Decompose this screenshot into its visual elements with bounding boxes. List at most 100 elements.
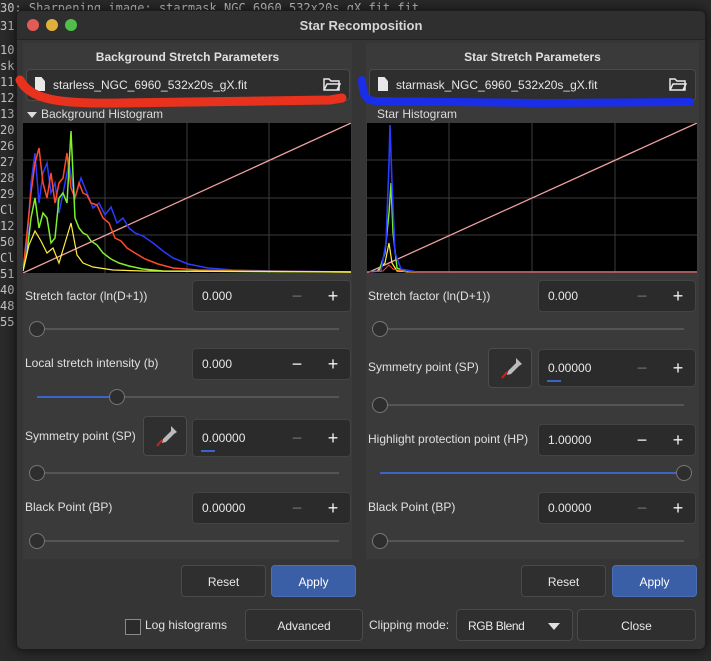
star-black-point-spinner[interactable]: 0.00000 − + bbox=[538, 492, 696, 524]
terminal-line: 48 bbox=[0, 299, 15, 313]
bg-stretch-factor-slider[interactable] bbox=[29, 321, 339, 337]
star-file-name: starmask_NGC_6960_532x20s_gX.fit bbox=[396, 78, 598, 92]
star-highlight-slider[interactable] bbox=[380, 465, 692, 481]
increment-button[interactable]: + bbox=[661, 350, 695, 386]
terminal-line: 40 bbox=[0, 283, 15, 297]
bg-symmetry-value: 0.00000 bbox=[202, 431, 246, 445]
bg-symmetry-slider[interactable] bbox=[29, 465, 339, 481]
terminal-line: 13 bbox=[0, 107, 15, 121]
bg-symmetry-label: Symmetry point (SP) bbox=[25, 429, 136, 443]
bg-stretch-factor-label: Stretch factor (ln(D+1)) bbox=[25, 289, 148, 303]
star-highlight-spinner[interactable]: 1.00000 − + bbox=[538, 424, 696, 456]
terminal-line: 50 bbox=[0, 235, 15, 249]
expand-triangle-icon bbox=[27, 112, 37, 118]
star-reset-button[interactable]: Reset bbox=[521, 565, 606, 597]
increment-button[interactable]: + bbox=[316, 281, 350, 311]
terminal-line: 27 bbox=[0, 155, 15, 169]
background-histogram-label: Background Histogram bbox=[41, 107, 164, 121]
decrement-button[interactable]: − bbox=[280, 281, 314, 311]
star-black-point-label: Black Point (BP) bbox=[368, 500, 456, 514]
clipping-mode-value: RGB Blend bbox=[468, 619, 525, 633]
terminal-line: Cl bbox=[0, 251, 15, 265]
title-bar: Star Recomposition bbox=[17, 11, 705, 40]
slider-handle[interactable] bbox=[29, 321, 45, 337]
clipping-mode-label: Clipping mode: bbox=[369, 618, 450, 632]
decrement-button[interactable]: − bbox=[625, 493, 659, 523]
file-icon bbox=[378, 77, 388, 91]
background-section-title: Background Stretch Parameters bbox=[95, 50, 280, 64]
eyedropper-icon bbox=[501, 358, 522, 379]
bg-local-intensity-slider[interactable] bbox=[37, 389, 339, 405]
terminal-line: 12 bbox=[0, 91, 15, 105]
bg-apply-button[interactable]: Apply bbox=[271, 565, 356, 597]
bg-black-point-value: 0.00000 bbox=[202, 501, 246, 515]
bg-symmetry-picker-button[interactable] bbox=[143, 416, 187, 456]
star-highlight-label: Highlight protection point (HP) bbox=[368, 432, 529, 446]
star-symmetry-picker-button[interactable] bbox=[488, 348, 532, 388]
window-title: Star Recomposition bbox=[299, 18, 423, 33]
background-histogram-expander[interactable]: Background Histogram bbox=[27, 107, 163, 121]
background-file-name: starless_NGC_6960_532x20s_gX.fit bbox=[53, 78, 248, 92]
increment-button[interactable]: + bbox=[661, 493, 695, 523]
increment-button[interactable]: + bbox=[316, 420, 350, 456]
decrement-button[interactable]: − bbox=[625, 425, 659, 455]
increment-button[interactable]: + bbox=[661, 281, 695, 311]
slider-handle[interactable] bbox=[29, 465, 45, 481]
folder-open-icon[interactable] bbox=[669, 76, 687, 92]
background-file-chooser[interactable]: starless_NGC_6960_532x20s_gX.fit bbox=[26, 69, 350, 101]
star-symmetry-label: Symmetry point (SP) bbox=[368, 360, 479, 374]
increment-button[interactable]: + bbox=[316, 493, 350, 523]
star-apply-button[interactable]: Apply bbox=[612, 565, 697, 597]
slider-handle[interactable] bbox=[109, 389, 125, 405]
terminal-line: 31 bbox=[0, 19, 15, 33]
star-histogram bbox=[367, 123, 697, 273]
star-symmetry-slider[interactable] bbox=[372, 397, 684, 413]
slider-handle[interactable] bbox=[372, 321, 388, 337]
slider-handle[interactable] bbox=[676, 465, 692, 481]
decrement-button[interactable]: − bbox=[625, 350, 659, 386]
terminal-line: 28 bbox=[0, 171, 15, 185]
log-histograms-checkbox[interactable] bbox=[125, 619, 141, 635]
bg-stretch-factor-spinner[interactable]: 0.000 − + bbox=[192, 280, 351, 312]
terminal-line: 51 bbox=[0, 267, 15, 281]
file-icon bbox=[35, 77, 45, 91]
slider-handle[interactable] bbox=[372, 397, 388, 413]
increment-button[interactable]: + bbox=[316, 349, 350, 379]
star-stretch-factor-spinner[interactable]: 0.000 − + bbox=[538, 280, 696, 312]
terminal-line: Cl bbox=[0, 203, 15, 217]
background-histogram bbox=[23, 123, 351, 273]
terminal-line: sk bbox=[0, 59, 15, 73]
slider-handle[interactable] bbox=[372, 533, 388, 549]
star-symmetry-spinner[interactable]: 0.00000 − + bbox=[538, 349, 696, 387]
close-button[interactable]: Close bbox=[577, 609, 696, 641]
star-stretch-factor-slider[interactable] bbox=[372, 321, 684, 337]
decrement-button[interactable]: − bbox=[625, 281, 659, 311]
terminal-line: 10 bbox=[0, 43, 15, 57]
star-section-title: Star Stretch Parameters bbox=[464, 50, 601, 64]
slider-handle[interactable] bbox=[29, 533, 45, 549]
bg-black-point-spinner[interactable]: 0.00000 − + bbox=[192, 492, 351, 524]
decrement-button[interactable]: − bbox=[280, 420, 314, 456]
decrement-button[interactable]: − bbox=[280, 349, 314, 379]
eyedropper-icon bbox=[156, 426, 177, 447]
star-histogram-label: Star Histogram bbox=[377, 107, 458, 121]
bg-symmetry-spinner[interactable]: 0.00000 − + bbox=[192, 419, 351, 457]
star-black-point-slider[interactable] bbox=[372, 533, 684, 549]
star-histogram-expander[interactable]: Star Histogram bbox=[377, 107, 457, 121]
folder-open-icon[interactable] bbox=[323, 76, 341, 92]
star-file-chooser[interactable]: starmask_NGC_6960_532x20s_gX.fit bbox=[369, 69, 696, 101]
bg-black-point-label: Black Point (BP) bbox=[25, 500, 113, 514]
chevron-down-icon bbox=[548, 623, 560, 630]
star-black-point-value: 0.00000 bbox=[548, 501, 592, 515]
advanced-button[interactable]: Advanced bbox=[245, 609, 363, 641]
bg-reset-button[interactable]: Reset bbox=[181, 565, 266, 597]
clipping-mode-select[interactable]: RGB Blend bbox=[456, 609, 573, 641]
star-highlight-value: 1.00000 bbox=[548, 433, 592, 447]
terminal-line: 29 bbox=[0, 187, 15, 201]
bg-local-intensity-spinner[interactable]: 0.000 − + bbox=[192, 348, 351, 380]
decrement-button[interactable]: − bbox=[280, 493, 314, 523]
increment-button[interactable]: + bbox=[661, 425, 695, 455]
star-recomposition-dialog: Star Recomposition Background Stretch Pa… bbox=[16, 10, 706, 650]
bg-black-point-slider[interactable] bbox=[29, 533, 339, 549]
log-histograms-label: Log histograms bbox=[145, 618, 228, 632]
